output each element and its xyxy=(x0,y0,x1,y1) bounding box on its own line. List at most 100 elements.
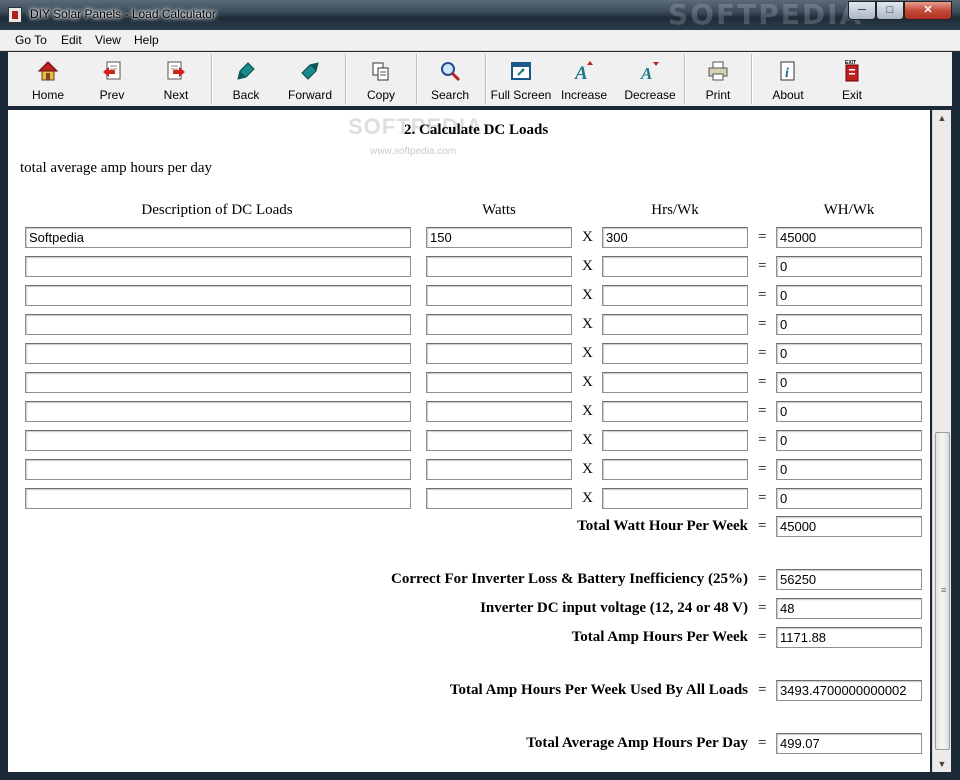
watts-input[interactable]: 150 xyxy=(426,227,572,248)
menu-help[interactable]: Help xyxy=(134,33,159,47)
about-button[interactable]: i About xyxy=(760,52,816,106)
watts-input[interactable] xyxy=(426,459,572,480)
hours-per-week-input[interactable]: 300 xyxy=(602,227,748,248)
load-description-input[interactable] xyxy=(25,459,411,480)
toolbar-separator xyxy=(684,54,686,104)
load-description-input[interactable]: Softpedia xyxy=(25,227,411,248)
load-description-input[interactable] xyxy=(25,256,411,277)
watts-input[interactable] xyxy=(426,401,572,422)
toolbar-separator xyxy=(751,54,753,104)
next-button[interactable]: Next xyxy=(148,52,204,106)
font-decrease-icon: A xyxy=(640,62,659,82)
toolbar-separator xyxy=(416,54,418,104)
inverter-loss-field[interactable]: 56250 xyxy=(776,569,922,590)
copy-button[interactable]: Copy xyxy=(352,52,410,106)
multiply-symbol: X xyxy=(582,258,593,274)
back-button[interactable]: Back xyxy=(218,52,274,106)
hours-per-week-input[interactable] xyxy=(602,488,748,509)
copy-icon xyxy=(372,62,389,81)
forward-button[interactable]: Forward xyxy=(282,52,338,106)
hours-per-week-input[interactable] xyxy=(602,459,748,480)
load-description-input[interactable] xyxy=(25,488,411,509)
window-title: DIY Solar Panels - Load Calculator xyxy=(30,7,216,21)
watts-input[interactable] xyxy=(426,343,572,364)
equals-symbol: = xyxy=(758,374,767,390)
equals-symbol: = xyxy=(758,490,767,506)
page-heading: 2. Calculate DC Loads xyxy=(404,122,549,138)
exit-button[interactable]: EXIT Exit xyxy=(824,52,880,106)
average-amp-hours-per-day-field[interactable]: 499.07 xyxy=(776,733,922,754)
equals-symbol: = xyxy=(758,287,767,303)
search-button[interactable]: Search xyxy=(421,52,479,106)
load-description-input[interactable] xyxy=(25,285,411,306)
printer-icon xyxy=(708,61,728,81)
watermark-url: www.softpedia.com xyxy=(370,146,457,157)
toolbar: Home Prev Next Back Forward Copy Search … xyxy=(8,52,952,106)
full-screen-button[interactable]: Full Screen xyxy=(490,52,552,106)
maximize-button[interactable]: □ xyxy=(876,1,904,20)
inverter-voltage-field[interactable]: 48 xyxy=(776,598,922,619)
watt-hours-per-week-field[interactable]: 0 xyxy=(776,459,922,480)
load-description-input[interactable] xyxy=(25,314,411,335)
decrease-font-button[interactable]: A Decrease xyxy=(620,52,680,106)
equals-symbol: = xyxy=(758,229,767,245)
about-info-icon: i xyxy=(780,61,795,81)
hours-per-week-input[interactable] xyxy=(602,256,748,277)
watts-input[interactable] xyxy=(426,488,572,509)
watts-input[interactable] xyxy=(426,285,572,306)
title-bar: DIY Solar Panels - Load Calculator SOFTP… xyxy=(0,0,960,31)
menu-view[interactable]: View xyxy=(95,33,121,47)
hours-per-week-input[interactable] xyxy=(602,314,748,335)
watt-hours-per-week-field[interactable]: 45000 xyxy=(776,227,922,248)
scrollbar-thumb[interactable]: ≡ xyxy=(935,432,950,750)
multiply-symbol: X xyxy=(582,403,593,419)
watt-hours-per-week-field[interactable]: 0 xyxy=(776,256,922,277)
increase-font-button[interactable]: A Increase xyxy=(554,52,614,106)
intro-text: total average amp hours per day xyxy=(20,160,213,176)
home-button[interactable]: Home xyxy=(20,52,76,106)
watt-hours-per-week-field[interactable]: 0 xyxy=(776,372,922,393)
amp-hours-all-loads-field[interactable]: 3493.4700000000002 xyxy=(776,680,922,701)
menu-bar: Go To Edit View Help xyxy=(0,30,960,51)
watt-hours-per-week-field[interactable]: 0 xyxy=(776,488,922,509)
scroll-up-arrow-icon[interactable]: ▲ xyxy=(933,110,951,126)
close-button[interactable]: ✕ xyxy=(904,1,952,20)
load-description-input[interactable] xyxy=(25,343,411,364)
exit-door-icon: EXIT xyxy=(845,60,859,82)
total-amp-hours-per-week-field[interactable]: 1171.88 xyxy=(776,627,922,648)
multiply-symbol: X xyxy=(582,316,593,332)
toolbar-separator xyxy=(345,54,347,104)
watts-input[interactable] xyxy=(426,430,572,451)
watt-hours-per-week-field[interactable]: 0 xyxy=(776,343,922,364)
watt-hours-per-week-field[interactable]: 0 xyxy=(776,430,922,451)
watt-hours-per-week-field[interactable]: 0 xyxy=(776,314,922,335)
watts-input[interactable] xyxy=(426,314,572,335)
multiply-symbol: X xyxy=(582,374,593,390)
equals-symbol: = xyxy=(758,316,767,332)
hours-per-week-input[interactable] xyxy=(602,401,748,422)
watts-input[interactable] xyxy=(426,372,572,393)
watt-hours-per-week-field[interactable]: 0 xyxy=(776,401,922,422)
multiply-symbol: X xyxy=(582,229,593,245)
watt-hours-per-week-field[interactable]: 0 xyxy=(776,285,922,306)
hours-per-week-input[interactable] xyxy=(602,285,748,306)
total-watt-hour-per-week-field[interactable]: 45000 xyxy=(776,516,922,537)
load-description-input[interactable] xyxy=(25,401,411,422)
multiply-symbol: X xyxy=(582,461,593,477)
load-description-input[interactable] xyxy=(25,372,411,393)
vertical-scrollbar[interactable]: ▲ ≡ ▼ xyxy=(932,110,951,772)
equals-symbol: = xyxy=(758,432,767,448)
hours-per-week-input[interactable] xyxy=(602,430,748,451)
menu-edit[interactable]: Edit xyxy=(61,33,82,47)
load-description-input[interactable] xyxy=(25,430,411,451)
hours-per-week-input[interactable] xyxy=(602,372,748,393)
menu-go-to[interactable]: Go To xyxy=(15,33,47,47)
prev-button[interactable]: Prev xyxy=(84,52,140,106)
column-header-wh-wk: WH/Wk xyxy=(823,202,875,218)
minimize-button[interactable]: ─ xyxy=(848,1,876,20)
forward-arrow-icon xyxy=(301,62,319,80)
print-button[interactable]: Print xyxy=(690,52,746,106)
scroll-down-arrow-icon[interactable]: ▼ xyxy=(933,756,951,772)
watts-input[interactable] xyxy=(426,256,572,277)
hours-per-week-input[interactable] xyxy=(602,343,748,364)
